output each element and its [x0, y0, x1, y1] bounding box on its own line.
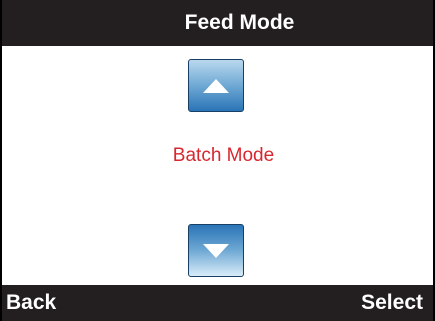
page-title: Feed Mode: [184, 11, 295, 34]
back-softkey[interactable]: Back: [6, 291, 56, 315]
arrow-up-icon: [203, 78, 229, 93]
scroll-up-button[interactable]: [188, 59, 244, 112]
title-bar: Feed Mode: [2, 0, 433, 46]
mode-value: Batch Mode: [172, 145, 275, 166]
scroll-down-button[interactable]: [188, 224, 244, 277]
softkey-bar: Back Select: [2, 285, 433, 321]
arrow-down-icon: [203, 243, 229, 258]
device-screen: Feed Mode Batch Mode Back Select: [0, 0, 435, 321]
select-softkey[interactable]: Select: [361, 291, 423, 315]
